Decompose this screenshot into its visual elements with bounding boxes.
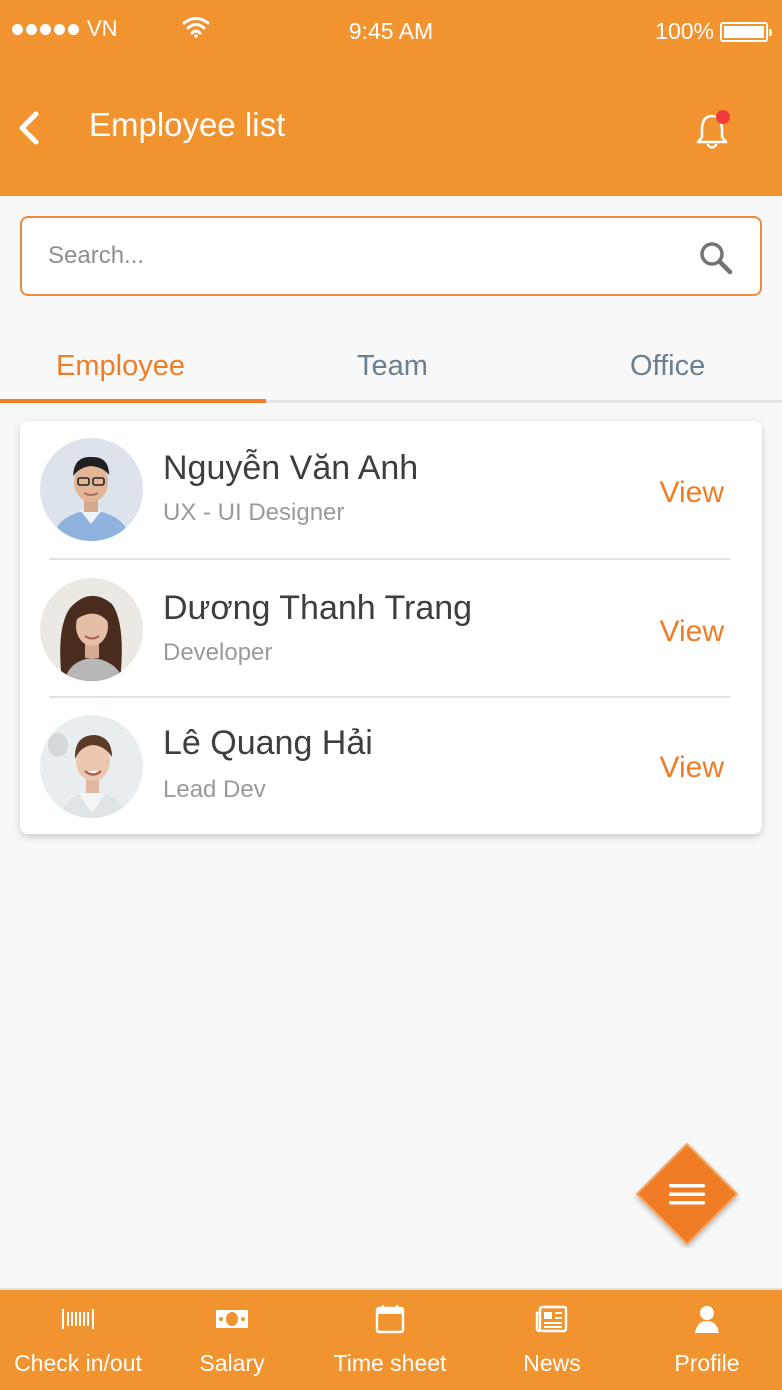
tab-employee[interactable]: Employee (56, 350, 185, 383)
employee-role: Developer (163, 639, 273, 666)
nav-check-in-out[interactable]: Check in/out (0, 1290, 156, 1390)
nav-salary[interactable]: Salary (156, 1290, 308, 1390)
chevron-left-icon[interactable] (14, 108, 48, 148)
notification-badge (716, 110, 730, 124)
battery-icon (720, 21, 772, 42)
list-item[interactable]: Dương Thanh Trang Developer View (20, 560, 762, 697)
search-icon[interactable] (698, 240, 734, 276)
avatar (40, 578, 143, 681)
money-icon (216, 1310, 248, 1328)
view-button[interactable]: View (660, 476, 724, 510)
list-item[interactable]: Lê Quang Hải Lead Dev View (20, 698, 762, 835)
tab-team[interactable]: Team (357, 350, 428, 383)
status-bar: VN 9:45 AM 100% (0, 0, 782, 64)
nav-label: Profile (674, 1350, 740, 1376)
avatar (40, 715, 143, 818)
page-title: Employee list (89, 106, 286, 143)
search-input[interactable] (48, 236, 668, 276)
battery-indicator: 100% (655, 18, 772, 45)
bottom-nav: Check in/out Salary Time sheet News Prof… (0, 1288, 782, 1390)
barcode-icon (62, 1309, 94, 1329)
nav-label: News (523, 1350, 581, 1376)
list-item[interactable]: Nguyễn Văn Anh UX - UI Designer View (20, 421, 762, 558)
search-box (20, 216, 762, 296)
nav-label: Check in/out (14, 1350, 142, 1376)
tab-office[interactable]: Office (630, 350, 705, 383)
user-icon (695, 1306, 719, 1333)
employee-list: Nguyễn Văn Anh UX - UI Designer View Dươ… (20, 421, 762, 834)
bell-icon[interactable] (694, 108, 734, 150)
employee-role: UX - UI Designer (163, 499, 345, 526)
nav-time-sheet[interactable]: Time sheet (308, 1290, 472, 1390)
app-header: VN 9:45 AM 100% Employee list (0, 0, 782, 196)
tab-active-indicator (0, 399, 266, 403)
nav-label: Time sheet (333, 1350, 447, 1376)
newspaper-icon (535, 1305, 568, 1333)
nav-news[interactable]: News (472, 1290, 632, 1390)
employee-name: Lê Quang Hải (163, 724, 373, 762)
view-button[interactable]: View (660, 615, 724, 649)
tab-bar: Employee Team Office (0, 336, 782, 403)
employee-role: Lead Dev (163, 776, 266, 803)
view-button[interactable]: View (660, 751, 724, 785)
calendar-icon (375, 1305, 405, 1334)
battery-percent: 100% (655, 18, 714, 44)
menu-icon[interactable] (633, 1140, 741, 1248)
employee-name: Nguyễn Văn Anh (163, 449, 419, 487)
employee-name: Dương Thanh Trang (163, 589, 473, 627)
avatar (40, 438, 143, 541)
nav-label: Salary (199, 1350, 265, 1376)
nav-profile[interactable]: Profile (632, 1290, 782, 1390)
